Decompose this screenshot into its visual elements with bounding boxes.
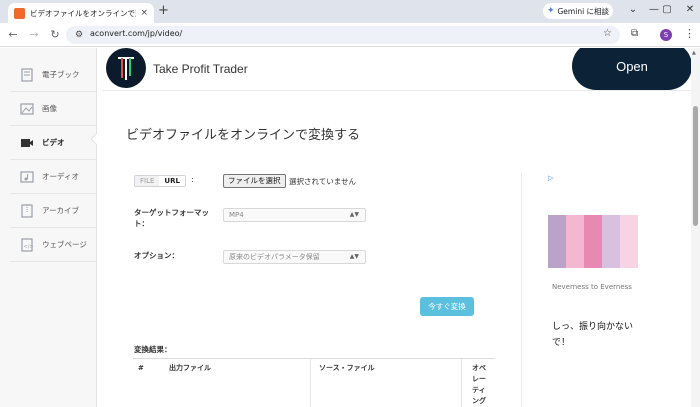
tab-search-icon[interactable]: ⌄ — [626, 4, 640, 15]
table-header: 出力ファイル — [169, 364, 211, 372]
options-value: 原来のビデオパラメータ保留 — [229, 253, 320, 261]
ad-image[interactable] — [548, 215, 638, 268]
sidebar-item-archive[interactable]: アーカイブ — [10, 194, 96, 228]
tab-title: ビデオファイルをオンラインで変換する — [30, 8, 136, 18]
select-arrows-icon: ▲▼ — [349, 211, 359, 218]
tune-icon[interactable]: ⚙ — [75, 30, 83, 40]
target-format-select[interactable]: MP4 ▲▼ — [223, 208, 366, 222]
page-title: ビデオファイルをオンラインで変換する — [126, 128, 361, 143]
video-icon — [21, 138, 33, 147]
column-divider — [310, 359, 311, 407]
sidebar-item-label: ビデオ — [42, 138, 65, 147]
sidebar-item-label: アーカイブ — [42, 206, 80, 215]
audio-icon — [20, 170, 34, 183]
file-status-text: 選択されていません — [289, 177, 357, 186]
sidebar-item-video[interactable]: ビデオ — [10, 126, 96, 160]
results-label: 変換結果： — [134, 345, 172, 354]
ad-caption: Neverness to Everness — [552, 283, 632, 291]
results-table: # 出力ファイル ソース・ファイル オペレーティング — [133, 358, 495, 407]
browser-toolbar: ← → ↻ ⚙ aconvert.com/jp/video/ ☆ — [0, 23, 700, 47]
browser-tab[interactable]: ビデオファイルをオンラインで変換する × — [8, 3, 154, 23]
target-format-label: ターゲットフォーマット： — [134, 208, 209, 228]
select-arrows-icon: ▲▼ — [349, 253, 359, 260]
star-icon[interactable]: ☆ — [603, 28, 612, 39]
kebab-menu-icon[interactable]: ⋮ — [684, 27, 695, 40]
webpage-icon: </> — [21, 237, 34, 252]
options-label: オプション： — [134, 251, 179, 260]
source-toggle: FILE URL — [134, 175, 186, 187]
page-scrollbar[interactable] — [691, 48, 700, 407]
ad-brand-name: Take Profit Trader — [153, 62, 248, 76]
table-header: # — [138, 364, 144, 372]
url-text[interactable]: aconvert.com/jp/video/ — [90, 29, 182, 38]
svg-text:</>: </> — [24, 244, 34, 250]
column-divider — [461, 359, 462, 407]
take-profit-logo-icon — [106, 48, 146, 88]
ad-choices-icon[interactable]: ▷ — [548, 174, 553, 182]
ad-headline: しっ、振り向かないで！ — [552, 322, 634, 348]
file-toggle-button[interactable]: FILE — [135, 176, 160, 186]
sidebar-item-image[interactable]: 画像 — [10, 92, 96, 126]
forward-arrow-icon[interactable]: → — [27, 28, 41, 41]
gemini-button[interactable]: ✦ Gemini に相談 — [543, 3, 613, 19]
sidebar-item-label: オーディオ — [42, 172, 79, 181]
tab-strip: ビデオファイルをオンラインで変換する × + ✦ Gemini に相談 ⌄ — … — [0, 0, 700, 23]
sidebar-item-label: 画像 — [42, 104, 57, 113]
table-header: ソース・ファイル — [319, 364, 375, 372]
archive-icon — [21, 203, 33, 218]
gemini-label: Gemini に相談 — [557, 6, 610, 16]
maximize-icon[interactable]: ▢ — [660, 4, 674, 15]
sidebar-item-label: ウェブページ — [42, 240, 87, 249]
table-header: オペレーティング — [472, 364, 486, 405]
avatar[interactable]: S — [660, 29, 672, 41]
choose-file-button[interactable]: ファイルを選択 — [223, 174, 286, 188]
reload-icon[interactable]: ↻ — [48, 28, 62, 41]
close-tab-icon[interactable]: × — [140, 8, 148, 18]
image-icon — [20, 102, 34, 115]
ebook-icon — [21, 67, 33, 82]
address-bar[interactable]: ⚙ aconvert.com/jp/video/ ☆ — [66, 26, 620, 44]
ad-open-button[interactable]: Open — [572, 48, 692, 90]
target-format-value: MP4 — [229, 211, 244, 219]
aconvert-favicon-icon — [14, 7, 25, 19]
source-colon: : — [191, 175, 194, 184]
scrollbar-thumb[interactable] — [693, 106, 698, 226]
minimize-icon[interactable]: — — [647, 4, 661, 15]
web-page: 電子ブック 画像 ビデオ オーディオ アーカイブ </> ウェブページ Take… — [0, 48, 700, 407]
convert-now-button[interactable]: 今すぐ変換 — [420, 297, 474, 316]
sidebar-item-label: 電子ブック — [42, 70, 80, 79]
close-window-icon[interactable]: ✕ — [683, 4, 697, 15]
sidebar-item-webpage[interactable]: </> ウェブページ — [10, 228, 96, 262]
category-sidebar: 電子ブック 画像 ビデオ オーディオ アーカイブ </> ウェブページ — [0, 48, 97, 407]
back-arrow-icon[interactable]: ← — [6, 28, 20, 41]
side-ad[interactable]: ▷ Neverness to Everness しっ、振り向かないで！ — [521, 173, 691, 407]
options-select[interactable]: 原来のビデオパラメータ保留 ▲▼ — [223, 250, 366, 264]
new-tab-button[interactable]: + — [158, 4, 169, 18]
sidebar-item-ebook[interactable]: 電子ブック — [10, 58, 96, 92]
gemini-sparkle-icon: ✦ — [546, 6, 555, 16]
url-toggle-button[interactable]: URL — [159, 176, 185, 186]
scroll-up-icon[interactable]: ▲ — [692, 50, 696, 56]
puzzle-icon[interactable]: ⧉ — [631, 28, 638, 39]
top-ad-banner[interactable]: Take Profit Trader Open — [102, 48, 692, 91]
sidebar-item-audio[interactable]: オーディオ — [10, 160, 96, 194]
